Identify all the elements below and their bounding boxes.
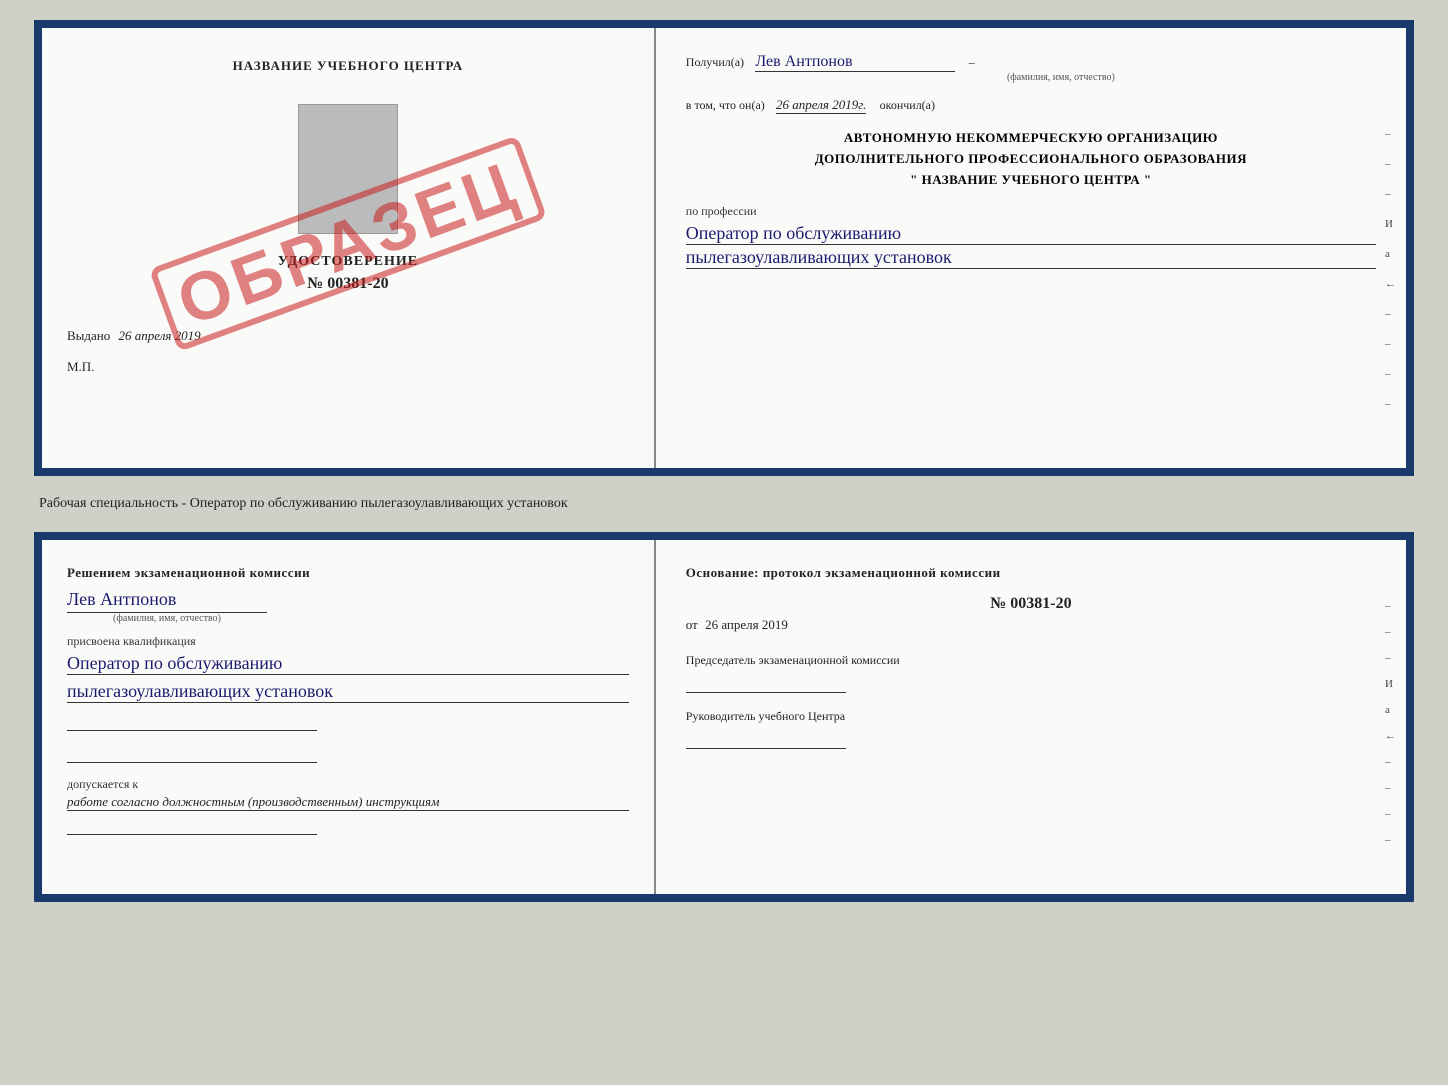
mark6: ←: [1385, 278, 1396, 290]
profession-line2: пылегазоулавливающих установок: [686, 247, 1376, 269]
protocol-date-prefix: от: [686, 617, 698, 632]
org-line1: АВТОНОМНУЮ НЕКОММЕРЧЕСКУЮ ОРГАНИЗАЦИЮ: [686, 128, 1376, 149]
person-name-block: Лев Антпонов: [67, 589, 629, 610]
org-line3: " НАЗВАНИЕ УЧЕБНОГО ЦЕНТРА ": [686, 170, 1376, 191]
completion-date: 26 апреля 2019г.: [776, 97, 866, 114]
bmark7: –: [1385, 756, 1396, 768]
cert-badge: УДОСТОВЕРЕНИЕ № 00381-20: [67, 94, 629, 308]
issued-date: Выдано 26 апреля 2019: [67, 328, 629, 344]
protocol-date-value: 26 апреля 2019: [705, 617, 788, 632]
top-document: НАЗВАНИЕ УЧЕБНОГО ЦЕНТРА УДОСТОВЕРЕНИЕ №…: [34, 20, 1414, 476]
qualification-line1: Оператор по обслуживанию: [67, 653, 629, 675]
profession-label: по профессии: [686, 204, 1376, 219]
chairman-label: Председатель экзаменационной комиссии: [686, 651, 1376, 669]
mark1: –: [1385, 128, 1396, 140]
completed-label: окончил(а): [880, 98, 935, 112]
recipient-name: Лев Антпонов: [755, 53, 955, 72]
org-line2: ДОПОЛНИТЕЛЬНОГО ПРОФЕССИОНАЛЬНОГО ОБРАЗО…: [686, 149, 1376, 170]
cert-type: УДОСТОВЕРЕНИЕ: [278, 254, 418, 270]
fio-label: (фамилия, имя, отчество): [746, 72, 1376, 83]
allows-label-text: допускается к: [67, 777, 138, 791]
protocol-date: от 26 апреля 2019: [686, 617, 1376, 633]
director-sig-line: [686, 729, 846, 749]
decision-title: Решением экзаменационной комиссии: [67, 565, 629, 581]
recipient-field: Получил(а) Лев Антпонов – (фамилия, имя,…: [686, 53, 1376, 83]
issued-date-value: 26 апреля 2019: [119, 328, 201, 343]
chairman-block: Председатель экзаменационной комиссии: [686, 651, 1376, 693]
mark5: а: [1385, 248, 1396, 260]
bmark1: –: [1385, 600, 1396, 612]
basis-text: Основание: протокол экзаменационной коми…: [686, 565, 1376, 581]
qualification-line2: пылегазоулавливающих установок: [67, 681, 629, 703]
director-block: Руководитель учебного Центра: [686, 707, 1376, 749]
bottom-doc-left: Решением экзаменационной комиссии Лев Ан…: [42, 540, 656, 894]
mark9: –: [1385, 368, 1396, 380]
mark2: –: [1385, 158, 1396, 170]
signature-line-3: [67, 815, 317, 835]
bmark2: –: [1385, 626, 1396, 638]
bmark3: –: [1385, 652, 1396, 664]
caption-between: Рабочая специальность - Оператор по обсл…: [34, 494, 1414, 514]
top-doc-title: НАЗВАНИЕ УЧЕБНОГО ЦЕНТРА: [67, 58, 629, 74]
profession-line1: Оператор по обслуживанию: [686, 223, 1376, 245]
profession-block: по профессии Оператор по обслуживанию пы…: [686, 204, 1376, 269]
person-name: Лев Антпонов: [67, 589, 176, 609]
director-label: Руководитель учебного Центра: [686, 707, 1376, 725]
mark7: –: [1385, 308, 1396, 320]
mp-label: М.П.: [67, 359, 629, 375]
chairman-sig-line: [686, 673, 846, 693]
bmark9: –: [1385, 808, 1396, 820]
bmark8: –: [1385, 782, 1396, 794]
mark10: –: [1385, 398, 1396, 410]
bmark10: –: [1385, 834, 1396, 846]
allows-value: работе согласно должностным (производств…: [67, 794, 629, 811]
right-margin-marks: – – – И а ← – – – –: [1385, 128, 1396, 410]
mark8: –: [1385, 338, 1396, 350]
photo-area: [298, 104, 398, 234]
received-label: Получил(а): [686, 55, 744, 69]
qualification-label: присвоена квалификация: [67, 634, 629, 649]
protocol-number: № 00381-20: [686, 595, 1376, 613]
completion-field: в том, что он(а) 26 апреля 2019г. окончи…: [686, 97, 1376, 114]
cert-number: № 00381-20: [278, 275, 418, 293]
signature-line-2: [67, 743, 317, 763]
right-margin-marks-bottom: – – – И а ← – – – –: [1385, 600, 1396, 846]
bmark6: ←: [1385, 730, 1396, 742]
signature-line-1: [67, 711, 317, 731]
bmark5: а: [1385, 704, 1396, 716]
top-doc-left: НАЗВАНИЕ УЧЕБНОГО ЦЕНТРА УДОСТОВЕРЕНИЕ №…: [42, 28, 656, 468]
bmark4: И: [1385, 678, 1396, 690]
allows-label: допускается к работе согласно должностны…: [67, 777, 629, 811]
bottom-doc-right: Основание: протокол экзаменационной коми…: [656, 540, 1406, 894]
bottom-document: Решением экзаменационной комиссии Лев Ан…: [34, 532, 1414, 902]
mark4: И: [1385, 218, 1396, 230]
issued-label: Выдано: [67, 328, 110, 343]
mark3: –: [1385, 188, 1396, 200]
top-doc-right: Получил(а) Лев Антпонов – (фамилия, имя,…: [656, 28, 1406, 468]
org-block: АВТОНОМНУЮ НЕКОММЕРЧЕСКУЮ ОРГАНИЗАЦИЮ ДО…: [686, 128, 1376, 190]
in-that-label: в том, что он(а): [686, 98, 765, 112]
fio-small-label: (фамилия, имя, отчество): [67, 612, 267, 624]
